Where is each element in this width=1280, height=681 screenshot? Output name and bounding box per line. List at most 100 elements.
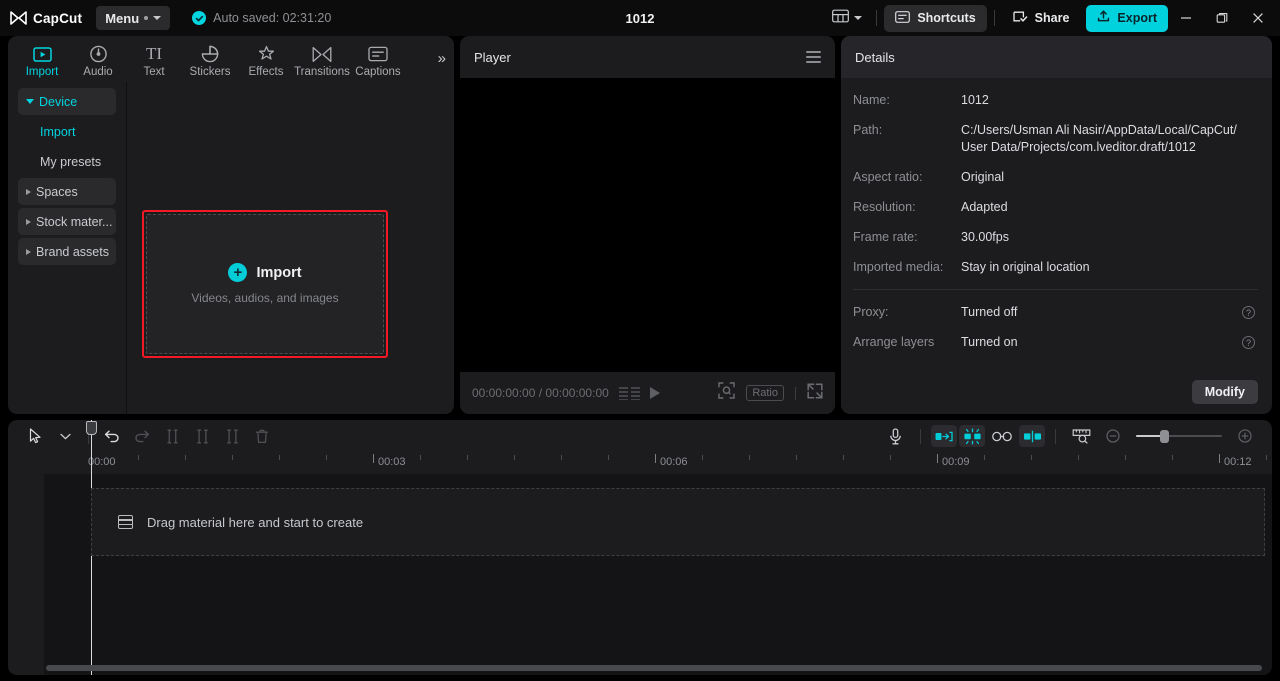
maximize-button[interactable] (1204, 0, 1240, 36)
frame-step-icon[interactable] (619, 387, 640, 400)
titlebar-actions: Shortcuts Share Export (825, 0, 1280, 36)
select-tool-icon[interactable] (20, 423, 50, 449)
tab-import[interactable]: Import (14, 40, 70, 78)
share-label: Share (1035, 11, 1070, 25)
shortcuts-label: Shortcuts (917, 11, 975, 25)
player-menu-icon[interactable] (806, 51, 821, 63)
export-label: Export (1117, 11, 1157, 25)
modify-button[interactable]: Modify (1192, 380, 1258, 404)
detail-value: Original (961, 169, 1258, 186)
detail-key: Name: (853, 92, 961, 109)
tab-text[interactable]: TI Text (126, 40, 182, 78)
detail-key: Resolution: (853, 199, 961, 216)
export-button[interactable]: Export (1086, 5, 1168, 32)
detail-key: Proxy: (853, 304, 961, 321)
layout-button[interactable] (825, 5, 869, 31)
chevron-down-icon (854, 16, 862, 20)
menu-label: Menu (105, 11, 139, 26)
fullscreen-icon[interactable] (807, 383, 823, 404)
details-divider (853, 289, 1258, 290)
divider (876, 10, 877, 26)
timeline-right-tools (880, 423, 1260, 449)
share-button[interactable]: Share (1002, 5, 1081, 32)
sidebar-item-label: Spaces (36, 185, 78, 199)
player-panel: Player 00:00:00:00 / 00:00:00:00 Ratio (460, 36, 835, 414)
link-icon[interactable] (987, 423, 1017, 449)
tab-stickers[interactable]: Stickers (182, 40, 238, 78)
tab-label: Effects (249, 66, 284, 78)
player-title: Player (474, 50, 511, 65)
mirror-split-icon[interactable] (1019, 425, 1045, 447)
sidebar-item-my-presets[interactable]: My presets (18, 148, 116, 175)
sidebar-item-import[interactable]: Import (18, 118, 116, 145)
player-timecode: 00:00:00:00 / 00:00:00:00 (472, 386, 609, 400)
zoom-out-icon[interactable] (1098, 423, 1128, 449)
tab-effects[interactable]: Effects (238, 40, 294, 78)
film-strip-icon (118, 515, 133, 529)
tab-label: Text (143, 66, 164, 78)
details-title: Details (855, 50, 895, 65)
timeline-dropzone-label: Drag material here and start to create (147, 515, 363, 530)
details-body: Name: 1012 Path: C:/Users/Usman Ali Nasi… (841, 78, 1272, 351)
auto-adjust-icon[interactable] (959, 425, 985, 447)
detail-value: C:/Users/Usman Ali Nasir/AppData/Local/C… (961, 122, 1258, 156)
help-icon[interactable]: ? (1242, 336, 1255, 349)
tab-transitions[interactable]: Transitions (294, 40, 350, 78)
shortcuts-button[interactable]: Shortcuts (884, 5, 986, 32)
sidebar-item-brand-assets[interactable]: Brand assets (18, 238, 116, 265)
import-title: Import (256, 265, 301, 281)
close-button[interactable] (1240, 0, 1276, 36)
redo-icon[interactable] (127, 423, 157, 449)
check-circle-icon (192, 11, 206, 25)
tab-captions[interactable]: Captions (350, 40, 406, 78)
delete-icon[interactable] (247, 423, 277, 449)
detail-value: Stay in original location (961, 259, 1258, 276)
detail-value: Adapted (961, 199, 1258, 216)
trim-left-icon[interactable] (187, 423, 217, 449)
trim-right-icon[interactable] (217, 423, 247, 449)
zoom-slider[interactable] (1136, 428, 1222, 444)
ruler-zoom-icon[interactable] (1066, 423, 1096, 449)
zoom-in-icon[interactable] (1230, 423, 1260, 449)
sidebar-item-device[interactable]: Device (18, 88, 116, 115)
import-icon (33, 44, 52, 64)
minimize-button[interactable] (1168, 0, 1204, 36)
tab-label: Audio (83, 66, 112, 78)
detail-key: Aspect ratio: (853, 169, 961, 186)
detail-value: Turned on (961, 334, 1258, 351)
timeline-ruler[interactable]: 00:00 00:03 00:06 00:09 00:12 (8, 452, 1272, 474)
timeline-dropzone[interactable]: Drag material here and start to create (91, 488, 1265, 556)
layout-icon (832, 9, 849, 28)
tab-audio[interactable]: Audio (70, 40, 126, 78)
stickers-icon (201, 44, 219, 64)
import-dropzone-inner: + Import Videos, audios, and images (146, 214, 384, 354)
menu-button[interactable]: Menu (96, 6, 170, 30)
ratio-button[interactable]: Ratio (746, 385, 784, 401)
autosave-text: Auto saved: 02:31:20 (213, 11, 331, 25)
media-body: Device Import My presets Spaces Stock ma… (8, 82, 454, 414)
detail-row-aspect-ratio: Aspect ratio: Original (853, 169, 1258, 186)
auto-snap-left-icon[interactable] (931, 425, 957, 447)
sidebar-item-stock-materials[interactable]: Stock mater... (18, 208, 116, 235)
playhead-handle[interactable] (86, 421, 97, 435)
sidebar-item-spaces[interactable]: Spaces (18, 178, 116, 205)
split-icon[interactable] (157, 423, 187, 449)
ruler-label: 00:00 (88, 456, 116, 468)
detail-key: Imported media: (853, 259, 961, 276)
app-logo: CapCut (10, 11, 82, 26)
more-tabs-icon[interactable]: » (438, 50, 446, 67)
zoom-slider-handle[interactable] (1160, 430, 1169, 443)
ruler-label: 00:03 (378, 456, 406, 468)
play-icon[interactable] (650, 387, 660, 399)
detail-row-frame-rate: Frame rate: 30.00fps (853, 229, 1258, 246)
help-icon[interactable]: ? (1242, 306, 1255, 319)
select-tool-dropdown-icon[interactable] (50, 423, 80, 449)
player-canvas[interactable] (460, 78, 835, 372)
timeline-horizontal-scrollbar[interactable] (46, 665, 1262, 671)
zoom-to-fit-icon[interactable] (718, 382, 735, 404)
undo-icon[interactable] (97, 423, 127, 449)
import-dropzone[interactable]: + Import Videos, audios, and images (142, 210, 388, 358)
shortcuts-icon (895, 11, 910, 26)
microphone-icon[interactable] (880, 423, 910, 449)
capcut-logo-icon (10, 11, 27, 25)
